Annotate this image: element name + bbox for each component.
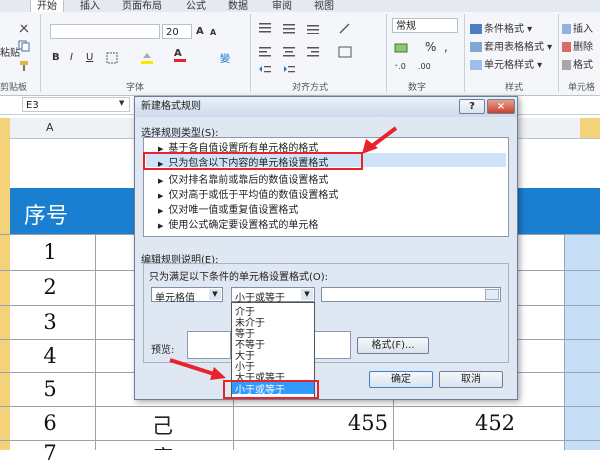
red-arrow-icon bbox=[169, 358, 226, 380]
annotation-arrows bbox=[169, 126, 398, 380]
red-arrow-icon bbox=[362, 126, 398, 154]
